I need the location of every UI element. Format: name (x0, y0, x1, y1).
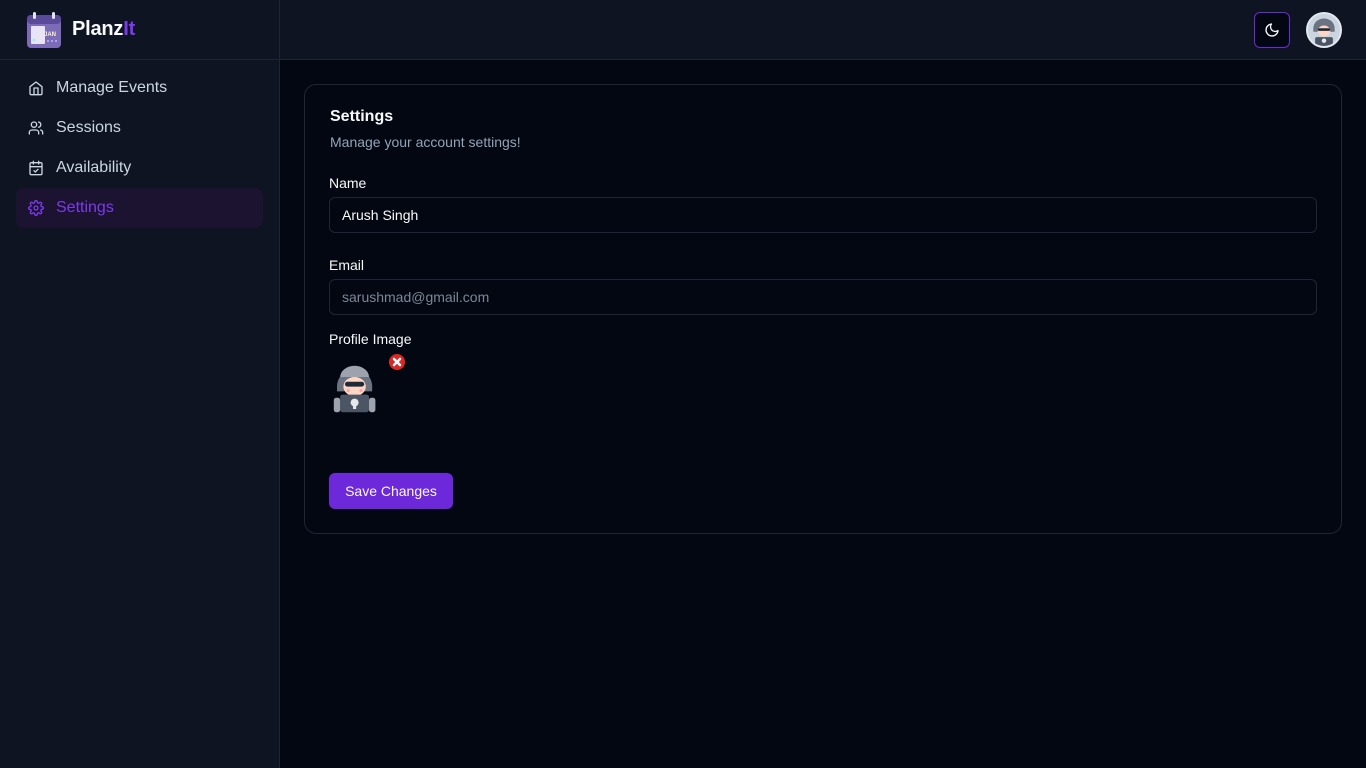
svg-text:JAN: JAN (44, 32, 56, 38)
sidebar-item-label: Availability (56, 159, 132, 176)
email-label: Email (329, 257, 365, 273)
name-field[interactable] (329, 197, 1317, 233)
page-subtitle: Manage your account settings! (330, 134, 521, 150)
calendar-check-icon (29, 160, 43, 176)
sidebar-item-manage-events[interactable]: Manage Events (16, 68, 263, 108)
brand[interactable]: JAN PlanzIt (0, 0, 279, 60)
hacker-avatar-icon (1308, 14, 1340, 46)
sidebar: JAN PlanzIt Manage Events Sessions Avail… (0, 0, 280, 768)
users-icon (28, 121, 44, 135)
settings-card: Settings Manage your account settings! N… (304, 84, 1342, 534)
page-title: Settings (330, 108, 394, 125)
moon-icon (1265, 23, 1279, 37)
sidebar-item-label: Manage Events (56, 79, 168, 96)
gear-icon (28, 200, 44, 216)
avatar[interactable] (1306, 12, 1342, 48)
home-icon (29, 81, 43, 96)
sidebar-item-label: Sessions (56, 119, 121, 136)
email-field[interactable] (329, 279, 1317, 315)
top-bar (280, 0, 1366, 60)
hacker-avatar-icon (333, 365, 376, 413)
theme-toggle-button[interactable] (1254, 12, 1290, 48)
name-label: Name (329, 175, 367, 191)
sidebar-nav: Manage Events Sessions Availability Sett… (0, 60, 279, 236)
calendar-logo-icon: JAN (27, 11, 61, 48)
sidebar-item-sessions[interactable]: Sessions (16, 108, 263, 148)
save-button[interactable]: Save Changes (329, 473, 453, 509)
remove-image-button[interactable] (389, 354, 405, 370)
close-icon (392, 357, 402, 367)
brand-name: PlanzIt (72, 18, 136, 40)
sidebar-item-settings[interactable]: Settings (16, 188, 263, 228)
profile-image-label: Profile Image (329, 331, 412, 347)
sidebar-item-label: Settings (56, 199, 114, 216)
sidebar-item-availability[interactable]: Availability (16, 148, 263, 188)
